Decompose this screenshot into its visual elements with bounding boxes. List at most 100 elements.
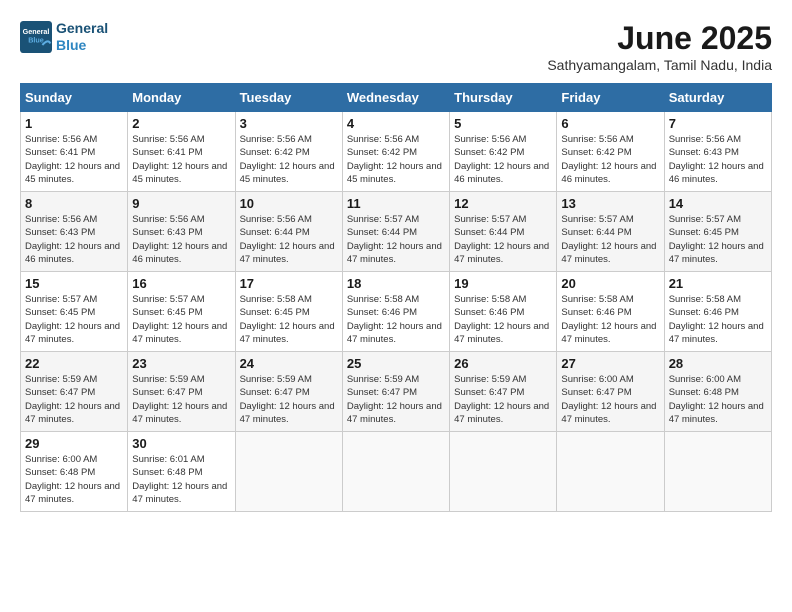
day-info: Sunrise: 5:58 AMSunset: 6:46 PMDaylight:… bbox=[347, 293, 445, 346]
month-title: June 2025 bbox=[547, 20, 772, 57]
calendar-cell: 13Sunrise: 5:57 AMSunset: 6:44 PMDayligh… bbox=[557, 192, 664, 272]
calendar-cell: 25Sunrise: 5:59 AMSunset: 6:47 PMDayligh… bbox=[342, 352, 449, 432]
day-info: Sunrise: 6:01 AMSunset: 6:48 PMDaylight:… bbox=[132, 453, 230, 506]
calendar-cell: 26 Sunrise: 5:59 AMSunset: 6:47 PMDayligh… bbox=[450, 352, 557, 432]
day-info: Sunrise: 5:56 AMSunset: 6:42 PMDaylight:… bbox=[240, 133, 338, 186]
header: General Blue General Blue June 2025 Sath… bbox=[20, 20, 772, 73]
day-number: 13 bbox=[561, 196, 659, 211]
day-info: Sunrise: 5:56 AMSunset: 6:42 PMDaylight:… bbox=[347, 133, 445, 186]
day-info: Sunrise: 5:58 AMSunset: 6:45 PMDaylight:… bbox=[240, 293, 338, 346]
calendar-table: SundayMondayTuesdayWednesdayThursdayFrid… bbox=[20, 83, 772, 512]
calendar-cell: 14 Sunrise: 5:57 AMSunset: 6:45 PMDayligh… bbox=[664, 192, 771, 272]
calendar-cell: 20 Sunrise: 5:58 AMSunset: 6:46 PMDayligh… bbox=[557, 272, 664, 352]
day-info: Sunrise: 5:57 AMSunset: 6:45 PMDaylight:… bbox=[669, 213, 767, 266]
calendar-cell bbox=[664, 432, 771, 512]
calendar-week: 15Sunrise: 5:57 AMSunset: 6:45 PMDayligh… bbox=[21, 272, 772, 352]
day-info: Sunrise: 5:59 AMSunset: 6:47 PMDaylight:… bbox=[454, 373, 552, 426]
day-info: Sunrise: 5:56 AMSunset: 6:44 PMDaylight:… bbox=[240, 213, 338, 266]
day-info: Sunrise: 5:58 AMSunset: 6:46 PMDaylight:… bbox=[669, 293, 767, 346]
day-info: Sunrise: 5:56 AMSunset: 6:42 PMDaylight:… bbox=[454, 133, 552, 186]
day-info: Sunrise: 5:57 AMSunset: 6:45 PMDaylight:… bbox=[25, 293, 123, 346]
day-number: 14 bbox=[669, 196, 767, 211]
logo: General Blue General Blue bbox=[20, 20, 108, 54]
calendar-cell: 8Sunrise: 5:56 AMSunset: 6:43 PMDaylight… bbox=[21, 192, 128, 272]
day-number: 16 bbox=[132, 276, 230, 291]
calendar-cell: 4 Sunrise: 5:56 AMSunset: 6:42 PMDaylight… bbox=[342, 112, 449, 192]
calendar-cell: 17 Sunrise: 5:58 AMSunset: 6:45 PMDayligh… bbox=[235, 272, 342, 352]
calendar-cell: 16 Sunrise: 5:57 AMSunset: 6:45 PMDayligh… bbox=[128, 272, 235, 352]
day-info: Sunrise: 5:57 AMSunset: 6:44 PMDaylight:… bbox=[454, 213, 552, 266]
day-number: 21 bbox=[669, 276, 767, 291]
logo-text: General Blue bbox=[56, 20, 108, 54]
calendar-cell bbox=[557, 432, 664, 512]
calendar-week: 8Sunrise: 5:56 AMSunset: 6:43 PMDaylight… bbox=[21, 192, 772, 272]
day-info: Sunrise: 5:56 AMSunset: 6:41 PMDaylight:… bbox=[25, 133, 123, 186]
day-number: 27 bbox=[561, 356, 659, 371]
day-number: 30 bbox=[132, 436, 230, 451]
calendar-cell: 6 Sunrise: 5:56 AMSunset: 6:42 PMDaylight… bbox=[557, 112, 664, 192]
calendar-cell: 5 Sunrise: 5:56 AMSunset: 6:42 PMDaylight… bbox=[450, 112, 557, 192]
day-number: 20 bbox=[561, 276, 659, 291]
day-info: Sunrise: 5:59 AMSunset: 6:47 PMDaylight:… bbox=[25, 373, 123, 426]
weekday-header: Wednesday bbox=[342, 84, 449, 112]
day-number: 26 bbox=[454, 356, 552, 371]
weekday-header: Tuesday bbox=[235, 84, 342, 112]
day-info: Sunrise: 5:56 AMSunset: 6:42 PMDaylight:… bbox=[561, 133, 659, 186]
day-number: 12 bbox=[454, 196, 552, 211]
calendar-week: 29 Sunrise: 6:00 AMSunset: 6:48 PMDayligh… bbox=[21, 432, 772, 512]
calendar-cell: 29 Sunrise: 6:00 AMSunset: 6:48 PMDayligh… bbox=[21, 432, 128, 512]
day-info: Sunrise: 6:00 AMSunset: 6:47 PMDaylight:… bbox=[561, 373, 659, 426]
day-number: 8 bbox=[25, 196, 123, 211]
day-number: 18 bbox=[347, 276, 445, 291]
logo-icon: General Blue bbox=[20, 21, 52, 53]
day-number: 7 bbox=[669, 116, 767, 131]
day-info: Sunrise: 6:00 AMSunset: 6:48 PMDaylight:… bbox=[25, 453, 123, 506]
day-info: Sunrise: 5:59 AMSunset: 6:47 PMDaylight:… bbox=[132, 373, 230, 426]
day-info: Sunrise: 6:00 AMSunset: 6:48 PMDaylight:… bbox=[669, 373, 767, 426]
weekday-header: Monday bbox=[128, 84, 235, 112]
day-number: 10 bbox=[240, 196, 338, 211]
day-info: Sunrise: 5:59 AMSunset: 6:47 PMDaylight:… bbox=[347, 373, 445, 426]
calendar-week: 1Sunrise: 5:56 AMSunset: 6:41 PMDaylight… bbox=[21, 112, 772, 192]
day-number: 5 bbox=[454, 116, 552, 131]
day-info: Sunrise: 5:59 AMSunset: 6:47 PMDaylight:… bbox=[240, 373, 338, 426]
calendar-cell: 18 Sunrise: 5:58 AMSunset: 6:46 PMDayligh… bbox=[342, 272, 449, 352]
calendar-cell: 19Sunrise: 5:58 AMSunset: 6:46 PMDayligh… bbox=[450, 272, 557, 352]
day-number: 22 bbox=[25, 356, 123, 371]
calendar-cell bbox=[450, 432, 557, 512]
calendar-cell: 28Sunrise: 6:00 AMSunset: 6:48 PMDayligh… bbox=[664, 352, 771, 432]
day-number: 11 bbox=[347, 196, 445, 211]
day-number: 17 bbox=[240, 276, 338, 291]
weekday-header: Saturday bbox=[664, 84, 771, 112]
calendar-cell: 3 Sunrise: 5:56 AMSunset: 6:42 PMDaylight… bbox=[235, 112, 342, 192]
calendar-cell: 9Sunrise: 5:56 AMSunset: 6:43 PMDaylight… bbox=[128, 192, 235, 272]
calendar-cell: 21 Sunrise: 5:58 AMSunset: 6:46 PMDayligh… bbox=[664, 272, 771, 352]
calendar-cell: 30 Sunrise: 6:01 AMSunset: 6:48 PMDayligh… bbox=[128, 432, 235, 512]
calendar-cell: 2Sunrise: 5:56 AMSunset: 6:41 PMDaylight… bbox=[128, 112, 235, 192]
svg-text:General: General bbox=[23, 27, 50, 36]
calendar-cell: 11Sunrise: 5:57 AMSunset: 6:44 PMDayligh… bbox=[342, 192, 449, 272]
day-number: 6 bbox=[561, 116, 659, 131]
calendar-cell: 15Sunrise: 5:57 AMSunset: 6:45 PMDayligh… bbox=[21, 272, 128, 352]
calendar-cell bbox=[342, 432, 449, 512]
day-info: Sunrise: 5:58 AMSunset: 6:46 PMDaylight:… bbox=[561, 293, 659, 346]
day-number: 4 bbox=[347, 116, 445, 131]
day-number: 3 bbox=[240, 116, 338, 131]
weekday-header: Thursday bbox=[450, 84, 557, 112]
day-info: Sunrise: 5:57 AMSunset: 6:45 PMDaylight:… bbox=[132, 293, 230, 346]
calendar-cell: 7 Sunrise: 5:56 AMSunset: 6:43 PMDaylight… bbox=[664, 112, 771, 192]
calendar-cell: 22 Sunrise: 5:59 AMSunset: 6:47 PMDayligh… bbox=[21, 352, 128, 432]
calendar-cell: 12 Sunrise: 5:57 AMSunset: 6:44 PMDayligh… bbox=[450, 192, 557, 272]
day-number: 29 bbox=[25, 436, 123, 451]
svg-text:Blue: Blue bbox=[28, 35, 44, 44]
calendar-cell: 1Sunrise: 5:56 AMSunset: 6:41 PMDaylight… bbox=[21, 112, 128, 192]
day-number: 24 bbox=[240, 356, 338, 371]
calendar-cell: 23Sunrise: 5:59 AMSunset: 6:47 PMDayligh… bbox=[128, 352, 235, 432]
day-info: Sunrise: 5:56 AMSunset: 6:43 PMDaylight:… bbox=[669, 133, 767, 186]
calendar-cell: 27 Sunrise: 6:00 AMSunset: 6:47 PMDayligh… bbox=[557, 352, 664, 432]
weekday-header: Sunday bbox=[21, 84, 128, 112]
location: Sathyamangalam, Tamil Nadu, India bbox=[547, 57, 772, 73]
header-row: SundayMondayTuesdayWednesdayThursdayFrid… bbox=[21, 84, 772, 112]
day-info: Sunrise: 5:58 AMSunset: 6:46 PMDaylight:… bbox=[454, 293, 552, 346]
calendar-cell bbox=[235, 432, 342, 512]
